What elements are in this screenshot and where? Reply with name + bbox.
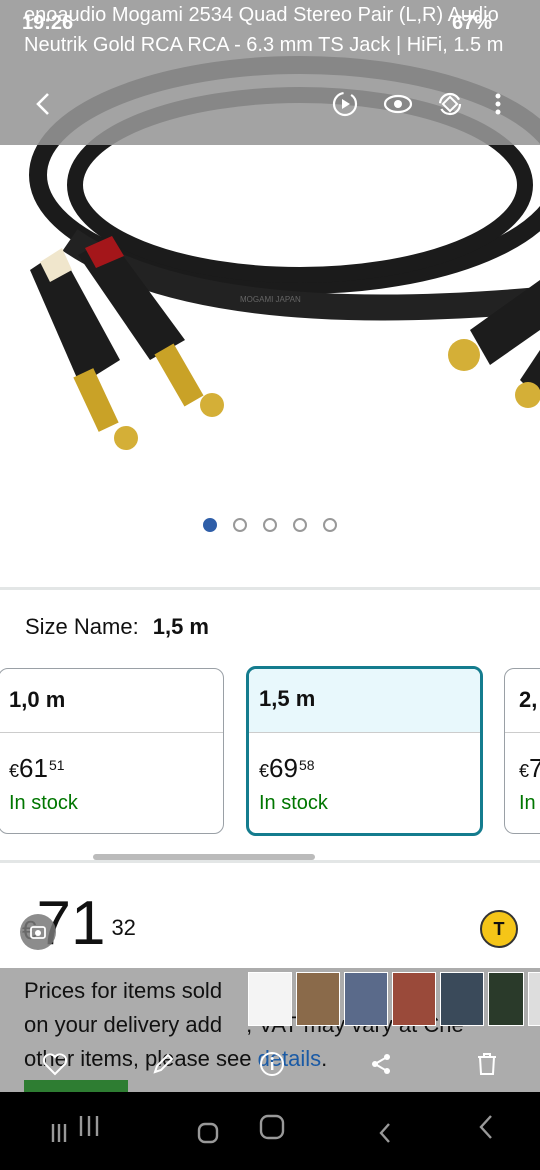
divider bbox=[0, 587, 540, 590]
size-option-name: 1,5 m bbox=[249, 669, 480, 733]
share-icon[interactable] bbox=[369, 1052, 393, 1081]
gallery-indicator bbox=[0, 518, 540, 532]
size-option-price: €6151 bbox=[0, 733, 223, 784]
size-option-card[interactable]: 1,0 m €6151 In stock bbox=[0, 668, 224, 834]
gallery-dot[interactable] bbox=[293, 518, 307, 532]
price-fraction: 51 bbox=[48, 757, 65, 773]
trash-icon[interactable] bbox=[476, 1052, 498, 1081]
price-fraction: 32 bbox=[111, 915, 136, 940]
info-icon[interactable] bbox=[259, 1051, 285, 1082]
text-extract-icon[interactable]: T bbox=[480, 910, 518, 948]
home-icon[interactable] bbox=[195, 1114, 285, 1149]
size-name-label: Size Name: 1,5 m bbox=[25, 614, 209, 640]
size-option-price: €6958 bbox=[249, 733, 480, 784]
pencil-icon[interactable] bbox=[151, 1052, 175, 1081]
gallery-dot[interactable] bbox=[323, 518, 337, 532]
size-option-name: 2, bbox=[505, 669, 540, 733]
screenshot-thumb[interactable] bbox=[392, 972, 436, 1026]
screenshot-thumb[interactable] bbox=[248, 972, 292, 1026]
back-icon[interactable] bbox=[24, 84, 64, 124]
screenshot-thumb[interactable] bbox=[296, 972, 340, 1026]
price-fraction: 58 bbox=[298, 757, 315, 773]
screenshot-thumb[interactable] bbox=[440, 972, 484, 1026]
screenshot-action-bar bbox=[0, 1040, 540, 1092]
gallery-dot[interactable] bbox=[203, 518, 217, 532]
rotate-icon[interactable] bbox=[430, 84, 470, 124]
gallery-dot[interactable] bbox=[233, 518, 247, 532]
size-option-price: €7 bbox=[505, 733, 540, 784]
size-option-stock: In stock bbox=[259, 792, 328, 814]
size-label-text: Size Name: bbox=[25, 614, 139, 639]
recent-screenshots-strip[interactable] bbox=[248, 972, 540, 1030]
screenshot-thumb[interactable] bbox=[488, 972, 524, 1026]
heart-icon[interactable] bbox=[42, 1052, 68, 1081]
size-option-name: 1,0 m bbox=[0, 669, 223, 733]
capture-icon[interactable] bbox=[20, 914, 56, 950]
divider bbox=[0, 860, 540, 863]
status-time: 19:26 bbox=[22, 12, 74, 34]
size-option-card-selected[interactable]: 1,5 m €6958 In stock bbox=[246, 666, 483, 836]
screenshot-thumb[interactable] bbox=[528, 972, 540, 1026]
gallery-dot[interactable] bbox=[263, 518, 277, 532]
currency-symbol: € bbox=[519, 761, 530, 781]
system-nav-bar bbox=[0, 1092, 540, 1170]
size-option-stock: In stock bbox=[9, 792, 78, 814]
eye-icon[interactable] bbox=[378, 84, 418, 124]
size-selected-value: 1,5 m bbox=[152, 614, 209, 639]
screenshot-thumb[interactable] bbox=[344, 972, 388, 1026]
cable-print: MOGAMI JAPAN bbox=[240, 295, 301, 304]
price-whole: 69 bbox=[269, 753, 298, 783]
size-option-card[interactable]: 2, €7 In bbox=[504, 668, 540, 834]
currency-symbol: € bbox=[259, 761, 270, 781]
size-option-stock: In bbox=[519, 792, 536, 814]
currency-symbol: € bbox=[9, 761, 20, 781]
status-battery: 67% bbox=[452, 12, 493, 34]
vat-line2-start: on your delivery add bbox=[24, 1012, 223, 1037]
price-whole: 7 bbox=[529, 753, 540, 783]
recents-icon[interactable] bbox=[45, 1114, 105, 1149]
price-whole: 61 bbox=[19, 753, 48, 783]
edit-video-icon[interactable] bbox=[325, 84, 365, 124]
back-nav-icon[interactable] bbox=[375, 1114, 495, 1149]
more-icon[interactable] bbox=[478, 84, 518, 124]
